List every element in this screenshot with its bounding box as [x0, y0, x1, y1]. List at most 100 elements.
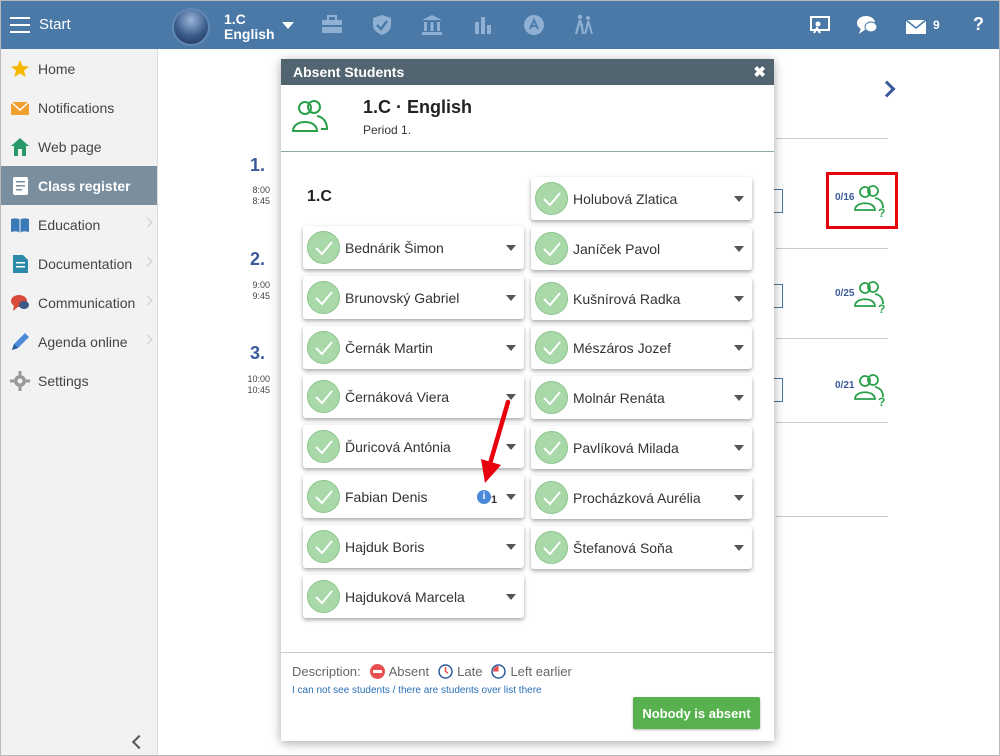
chevron-down-icon[interactable]	[734, 246, 744, 252]
student-card[interactable]: Procházková Aurélia	[531, 476, 752, 519]
present-check-icon[interactable]	[307, 530, 340, 563]
present-check-icon[interactable]	[535, 481, 568, 514]
student-card[interactable]: Pavlíková Milada	[531, 426, 752, 469]
chevron-down-icon[interactable]	[734, 445, 744, 451]
present-check-icon[interactable]	[307, 430, 340, 463]
start-link[interactable]: Start	[39, 16, 71, 33]
student-card[interactable]: Štefanová Soňa	[531, 526, 752, 569]
student-card[interactable]: Holubová Zlatica	[531, 177, 752, 220]
student-card[interactable]: Kušnírová Radka	[531, 277, 752, 320]
student-name: Bednárik Šimon	[345, 240, 444, 256]
sidebar-item-label: Communication	[38, 294, 136, 311]
mail-icon[interactable]	[905, 16, 927, 38]
student-card[interactable]: Hajduk Boris	[303, 525, 524, 568]
attendance-people-icon[interactable]: ?	[853, 373, 887, 407]
pointer-arrow	[481, 399, 511, 483]
next-arrow-icon[interactable]	[878, 80, 896, 98]
sidebar-item-web-page[interactable]: Web page	[1, 127, 157, 166]
student-card[interactable]: Janíček Pavol	[531, 227, 752, 270]
lesson-entry-icon[interactable]	[774, 189, 783, 213]
present-check-icon[interactable]	[307, 480, 340, 513]
attendance-people-icon[interactable]: ?	[853, 280, 887, 314]
chevron-down-icon[interactable]	[506, 245, 516, 251]
message-count-badge: 9	[933, 18, 940, 32]
present-check-icon[interactable]	[535, 282, 568, 315]
present-check-icon[interactable]	[535, 232, 568, 265]
sidebar-item-communication[interactable]: Communication	[1, 283, 157, 322]
legend-late: Late	[457, 664, 483, 679]
chevron-down-icon[interactable]	[734, 196, 744, 202]
chevron-down-icon[interactable]	[506, 544, 516, 550]
teacher-board-icon[interactable]	[809, 14, 831, 36]
class-selector[interactable]: 1.C English	[224, 12, 275, 42]
info-icon[interactable]: i	[477, 490, 491, 504]
bank-icon[interactable]	[421, 14, 443, 36]
class-avatar[interactable]	[172, 8, 210, 46]
close-icon[interactable]: ✖	[753, 63, 766, 81]
svg-text:?: ?	[878, 395, 885, 407]
student-name: Černáková Viera	[345, 389, 450, 405]
student-card[interactable]: Černák Martin	[303, 326, 524, 369]
student-name: Procházková Aurélia	[573, 490, 701, 506]
present-check-icon[interactable]	[535, 531, 568, 564]
sidebar-item-home[interactable]: Home	[1, 49, 157, 88]
chat-icon[interactable]	[856, 14, 878, 36]
menu-icon[interactable]	[10, 17, 30, 33]
shield-icon[interactable]	[371, 14, 393, 36]
legend-label: Description:	[292, 664, 361, 679]
present-check-icon[interactable]	[307, 281, 340, 314]
present-check-icon[interactable]	[307, 231, 340, 264]
divider	[776, 138, 888, 139]
divider	[776, 516, 888, 517]
period-number: 2.	[250, 249, 266, 269]
sidebar-item-education[interactable]: Education	[1, 205, 157, 244]
student-card[interactable]: Mészáros Jozef	[531, 326, 752, 369]
student-card[interactable]: Molnár Renáta	[531, 376, 752, 419]
sidebar-item-notifications[interactable]: Notifications	[1, 88, 157, 127]
chevron-right-icon	[142, 295, 153, 306]
lesson-entry-icon[interactable]	[774, 378, 783, 402]
briefcase-icon[interactable]	[321, 14, 343, 36]
present-check-icon[interactable]	[307, 380, 340, 413]
sidebar-item-class-register[interactable]: Class register	[1, 166, 157, 205]
chevron-down-icon[interactable]	[506, 345, 516, 351]
present-check-icon[interactable]	[535, 431, 568, 464]
chevron-right-icon	[142, 256, 153, 267]
lesson-entry-icon[interactable]	[774, 284, 783, 308]
period-time: 8:00 8:45	[252, 185, 270, 206]
sidebar-item-documentation[interactable]: Documentation	[1, 244, 157, 283]
present-check-icon[interactable]	[535, 182, 568, 215]
book-icon	[11, 218, 29, 233]
help-icon[interactable]: ?	[973, 14, 984, 35]
chevron-down-icon[interactable]	[734, 296, 744, 302]
missing-students-link[interactable]: I can not see students / there are stude…	[292, 685, 542, 696]
chevron-down-icon[interactable]	[734, 545, 744, 551]
sidebar-item-settings[interactable]: Settings	[1, 361, 157, 400]
chevron-down-icon[interactable]	[506, 494, 516, 500]
sidebar-item-label: Notifications	[38, 99, 115, 116]
student-card[interactable]: Hajduková Marcela	[303, 575, 524, 618]
collapse-sidebar-icon[interactable]	[131, 734, 147, 750]
nobody-absent-button[interactable]: Nobody is absent	[633, 697, 760, 729]
chevron-down-icon[interactable]	[506, 295, 516, 301]
bar-chart-icon[interactable]	[472, 14, 494, 36]
attendance-count: 0/21	[835, 380, 855, 391]
student-card[interactable]: Bednárik Šimon	[303, 226, 524, 269]
chevron-down-icon[interactable]	[506, 594, 516, 600]
present-check-icon[interactable]	[535, 381, 568, 414]
chevron-down-icon[interactable]	[734, 345, 744, 351]
walking-people-icon[interactable]	[573, 14, 595, 36]
chevron-down-icon[interactable]	[734, 495, 744, 501]
sidebar-item-agenda-online[interactable]: Agenda online	[1, 322, 157, 361]
present-check-icon[interactable]	[307, 331, 340, 364]
chevron-down-icon[interactable]	[734, 395, 744, 401]
left-earlier-icon	[491, 664, 507, 679]
present-check-icon[interactable]	[307, 580, 340, 613]
student-name: Hajduková Marcela	[345, 589, 465, 605]
chevron-down-icon[interactable]	[282, 22, 294, 29]
student-card[interactable]: Brunovský Gabriel	[303, 276, 524, 319]
dialog-header: Absent Students ✖	[281, 59, 774, 85]
sidebar-item-label: Web page	[38, 138, 102, 155]
grade-icon[interactable]	[523, 14, 545, 36]
present-check-icon[interactable]	[535, 331, 568, 364]
